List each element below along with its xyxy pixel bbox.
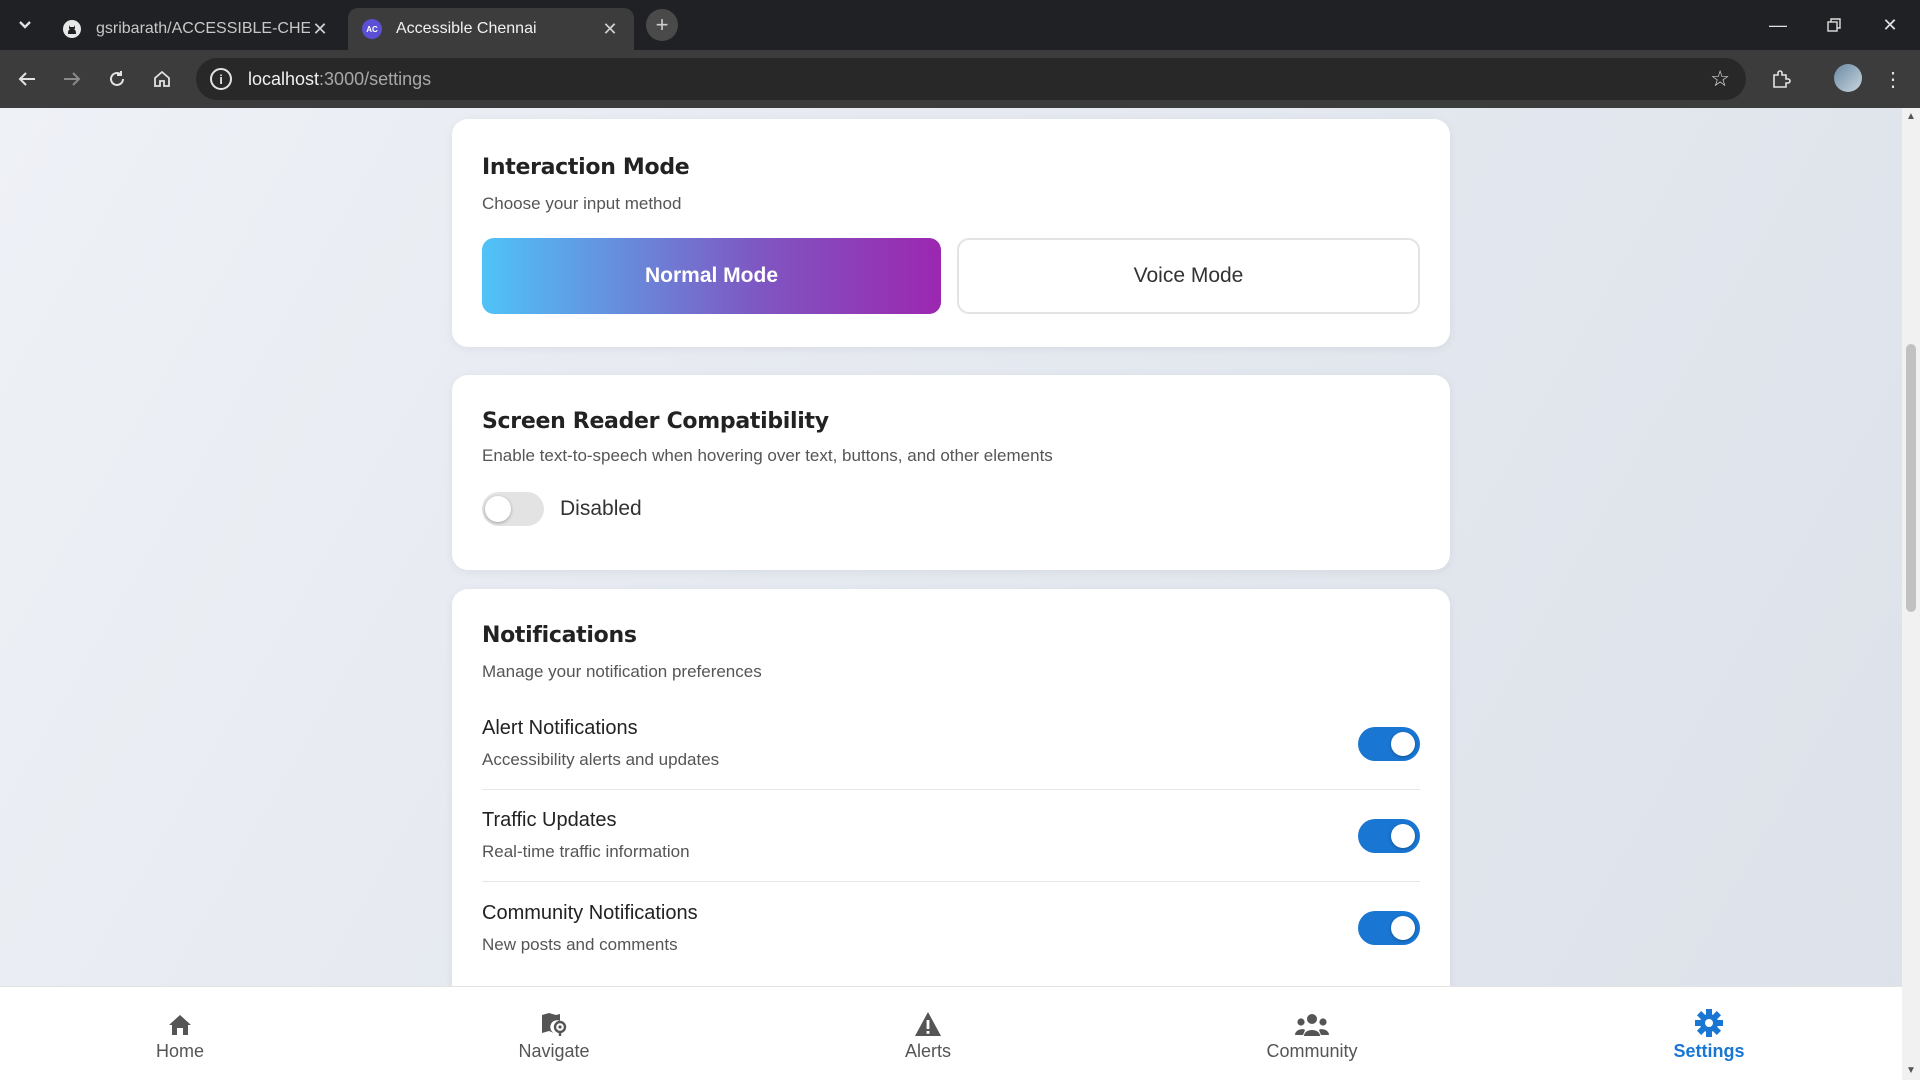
restore-icon: [1827, 18, 1841, 32]
minimize-icon: —: [1769, 14, 1787, 35]
screen-reader-subtitle: Enable text-to-speech when hovering over…: [482, 446, 1053, 465]
notification-item-title: Community Notifications: [482, 901, 698, 924]
arrow-right-icon: [64, 72, 81, 86]
plus-icon: +: [655, 12, 669, 37]
back-button[interactable]: [12, 64, 42, 94]
github-icon: [62, 19, 82, 39]
screen-reader-card: Screen Reader Compatibility Enable text-…: [452, 375, 1450, 570]
nav-label: Settings: [1673, 1040, 1745, 1061]
tab-title: Accessible Chennai: [396, 20, 537, 37]
notification-item-desc: Accessibility alerts and updates: [482, 750, 720, 769]
close-icon[interactable]: ✕: [310, 19, 330, 40]
warning-icon: [914, 1007, 942, 1037]
address-bar[interactable]: i localhost:3000/settings ☆: [196, 58, 1746, 100]
close-icon[interactable]: ✕: [600, 19, 620, 40]
nav-label: Navigate: [518, 1040, 590, 1061]
puzzle-icon: [1773, 70, 1791, 88]
screen-reader-title: Screen Reader Compatibility: [482, 409, 829, 434]
tab-search-button[interactable]: [10, 10, 40, 40]
nav-community[interactable]: Community: [1232, 987, 1392, 1080]
normal-mode-button[interactable]: Normal Mode: [482, 238, 941, 314]
map-icon: [540, 1007, 568, 1037]
notification-item-title: Traffic Updates: [482, 809, 617, 831]
page-viewport: Interaction Mode Choose your input metho…: [0, 108, 1902, 1080]
community-notifications-toggle[interactable]: [1358, 911, 1420, 945]
nav-label: Home: [155, 1040, 204, 1061]
interaction-mode-title: Interaction Mode: [482, 155, 690, 180]
restore-button[interactable]: [1814, 10, 1854, 40]
home-icon: [154, 70, 170, 87]
notification-list: Alert Notifications Accessibility alerts…: [482, 698, 1420, 974]
gear-icon: [1695, 1007, 1723, 1037]
forward-button[interactable]: [57, 64, 87, 94]
notification-item-title: Alert Notifications: [482, 717, 638, 739]
ac-favicon: AC: [362, 19, 382, 39]
home-icon: [167, 1007, 193, 1037]
scroll-thumb[interactable]: [1906, 344, 1916, 612]
notification-item-traffic: Traffic Updates Real-time traffic inform…: [482, 790, 1420, 882]
users-icon: [1295, 1007, 1329, 1037]
bottom-navigation: Home Navigate Alerts Community Settings: [0, 986, 1902, 1080]
screen-reader-toggle[interactable]: [482, 492, 544, 526]
extensions-button[interactable]: [1766, 64, 1796, 94]
reload-icon: [110, 71, 124, 86]
close-icon: ✕: [1882, 14, 1898, 35]
page-scrollbar[interactable]: ▲ ▼: [1902, 108, 1920, 1080]
screen-reader-status: Disabled: [560, 497, 642, 520]
traffic-updates-toggle[interactable]: [1358, 818, 1420, 853]
toggle-knob: [1391, 823, 1415, 848]
minimize-button[interactable]: —: [1758, 10, 1798, 40]
reload-button[interactable]: [102, 64, 132, 94]
arrow-left-icon: [18, 72, 35, 86]
notifications-subtitle: Manage your notification preferences: [482, 662, 762, 681]
menu-button[interactable]: ⋮: [1878, 64, 1908, 94]
browser-tab-bar: gsribarath/ACCESSIBLE-CHENN ✕ AC Accessi…: [0, 0, 1920, 50]
chevron-down-icon: [19, 21, 31, 29]
notifications-title: Notifications: [482, 623, 637, 648]
nav-navigate[interactable]: Navigate: [474, 987, 634, 1080]
voice-mode-button[interactable]: Voice Mode: [957, 238, 1420, 314]
toggle-knob: [485, 496, 511, 522]
nav-label: Community: [1266, 1040, 1358, 1061]
nav-label: Alerts: [904, 1040, 951, 1061]
toggle-knob: [1391, 731, 1415, 756]
tab-accessible-chennai[interactable]: AC Accessible Chennai ✕: [348, 8, 634, 50]
kebab-menu-icon: ⋮: [1883, 68, 1903, 91]
url-path: :3000/settings: [319, 68, 432, 89]
info-icon[interactable]: i: [210, 68, 232, 90]
interaction-mode-card: Interaction Mode Choose your input metho…: [452, 119, 1450, 347]
nav-home[interactable]: Home: [100, 987, 260, 1080]
new-tab-button[interactable]: +: [646, 9, 678, 41]
interaction-mode-subtitle: Choose your input method: [482, 194, 682, 213]
star-icon[interactable]: ☆: [1710, 66, 1730, 92]
notification-item-community: Community Notifications New posts and co…: [482, 882, 1420, 974]
nav-alerts[interactable]: Alerts: [848, 987, 1008, 1080]
scroll-up-arrow-icon[interactable]: ▲: [1906, 112, 1916, 122]
close-window-button[interactable]: ✕: [1870, 10, 1910, 40]
browser-toolbar: i localhost:3000/settings ☆ ⋮: [0, 50, 1920, 108]
url-host: localhost: [248, 68, 320, 89]
notification-item-desc: New posts and comments: [482, 934, 678, 954]
alert-notifications-toggle[interactable]: [1358, 726, 1420, 761]
scroll-down-arrow-icon[interactable]: ▼: [1906, 1066, 1916, 1076]
mode-selector: Normal Mode Voice Mode: [482, 238, 1420, 314]
profile-avatar[interactable]: [1834, 64, 1862, 92]
home-button[interactable]: [147, 64, 177, 94]
notification-item-desc: Real-time traffic information: [482, 842, 690, 861]
screen-reader-toggle-row: Disabled: [482, 492, 1420, 526]
tab-github[interactable]: gsribarath/ACCESSIBLE-CHENN ✕: [48, 8, 344, 50]
notification-item-alert: Alert Notifications Accessibility alerts…: [482, 698, 1420, 790]
toggle-knob: [1391, 916, 1415, 940]
tab-title: gsribarath/ACCESSIBLE-CHENN: [96, 20, 310, 37]
nav-settings[interactable]: Settings: [1629, 987, 1789, 1080]
